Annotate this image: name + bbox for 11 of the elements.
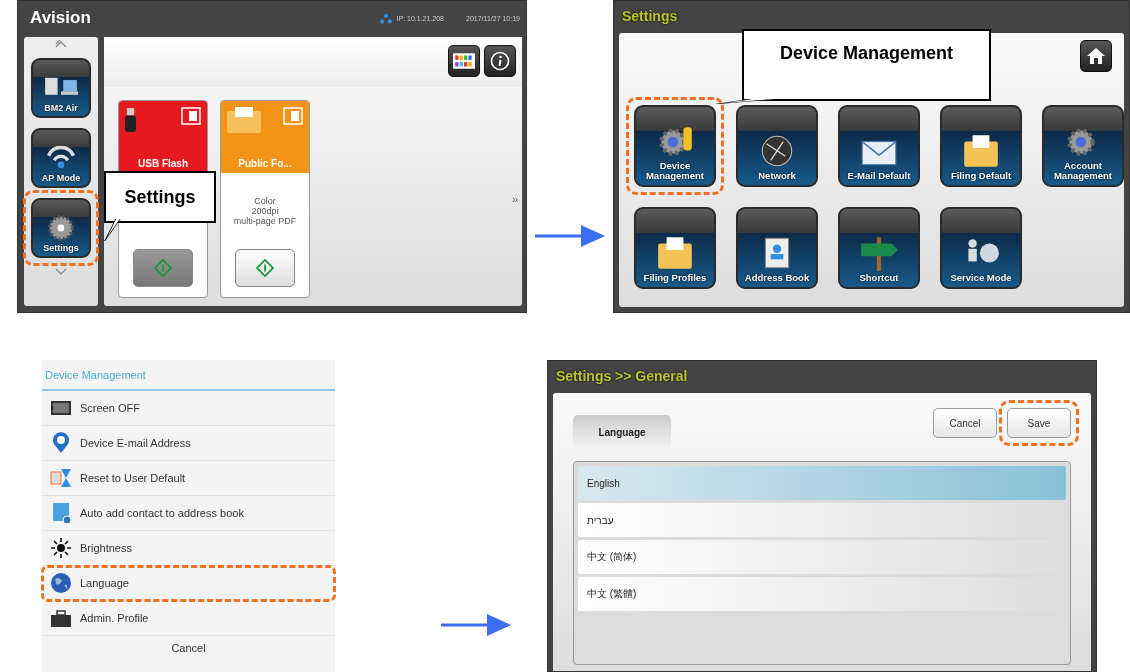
- screen-title: Settings >> General: [556, 368, 688, 384]
- logo: Avision: [30, 8, 91, 28]
- callout-label: Settings: [104, 171, 216, 223]
- screen-title: Settings: [622, 8, 678, 24]
- card-title: USB Flash: [137, 158, 189, 169]
- callout-label: Device Management: [742, 29, 991, 101]
- card-title: Public Fo...: [237, 158, 293, 169]
- menu-title: Device Management: [42, 360, 335, 391]
- card-description: multi-page PDF: [233, 216, 297, 226]
- card-description: Color: [254, 196, 276, 206]
- card-description: 200dpi: [251, 206, 279, 216]
